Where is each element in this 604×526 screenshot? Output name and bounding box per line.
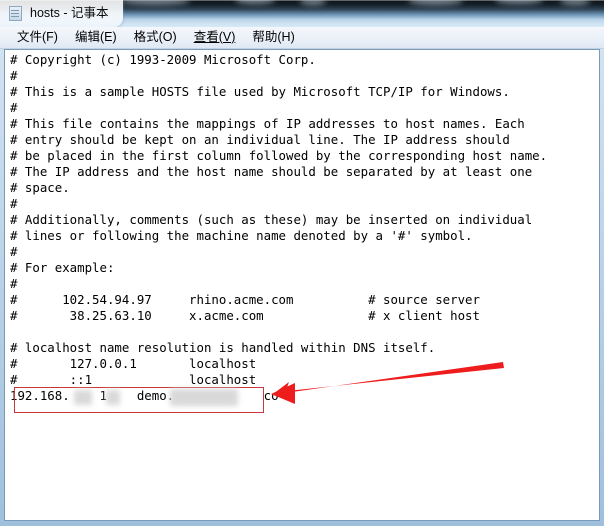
editor-line: 192.168. 1 demo. co [10,388,279,403]
editor-line: # ::1 localhost [10,372,257,387]
editor-line: # be placed in the first column followed… [10,148,548,163]
editor-line: # [10,244,18,259]
editor-line: # Additionally, comments (such as these)… [10,212,533,227]
glass-reflection [495,0,543,4]
glass-reflection [235,0,275,4]
menu-file[interactable]: 文件(F) [9,29,67,47]
menu-bar: 文件(F) 编辑(E) 格式(O) 查看(V) 帮助(H) [0,27,604,49]
editor-line: # [10,196,18,211]
glass-reflection [300,0,326,5]
editor-line: # The IP address and the host name shoul… [10,164,533,179]
notepad-window: hosts - 记事本 文件(F) 编辑(E) 格式(O) 查看(V) 帮助(H… [0,0,604,526]
editor-line: # Copyright (c) 1993-2009 Microsoft Corp… [10,52,316,67]
glass-reflection [120,0,190,5]
glass-reflection [408,0,463,5]
window-title: hosts - 记事本 [30,6,109,21]
editor-line: # 38.25.63.10 x.acme.com # x client host [10,308,480,323]
glass-reflection [560,0,590,5]
menu-help[interactable]: 帮助(H) [244,29,303,47]
menu-view[interactable]: 查看(V) [186,29,245,47]
editor-line: # For example: [10,260,115,275]
editor-line: # [10,100,18,115]
editor-line: # This file contains the mappings of IP … [10,116,525,131]
editor-line: # localhost name resolution is handled w… [10,340,436,355]
title-bar[interactable]: hosts - 记事本 [0,0,604,27]
text-editor[interactable]: # Copyright (c) 1993-2009 Microsoft Corp… [5,50,599,520]
title-tab: hosts - 记事本 [0,0,123,27]
menu-format[interactable]: 格式(O) [126,29,186,47]
editor-line: # [10,68,18,83]
editor-line: # lines or following the machine name de… [10,228,473,243]
editor-line: # space. [10,180,70,195]
editor-line: # entry should be kept on an individual … [10,132,510,147]
editor-line: # This is a sample HOSTS file used by Mi… [10,84,510,99]
notepad-icon [8,6,23,21]
menu-edit[interactable]: 编辑(E) [67,29,126,47]
window-frame: # Copyright (c) 1993-2009 Microsoft Corp… [0,49,604,526]
editor-border: # Copyright (c) 1993-2009 Microsoft Corp… [4,49,600,521]
editor-line: # 102.54.94.97 rhino.acme.com # source s… [10,292,480,307]
editor-line: # [10,276,18,291]
editor-line: # 127.0.0.1 localhost [10,356,257,371]
